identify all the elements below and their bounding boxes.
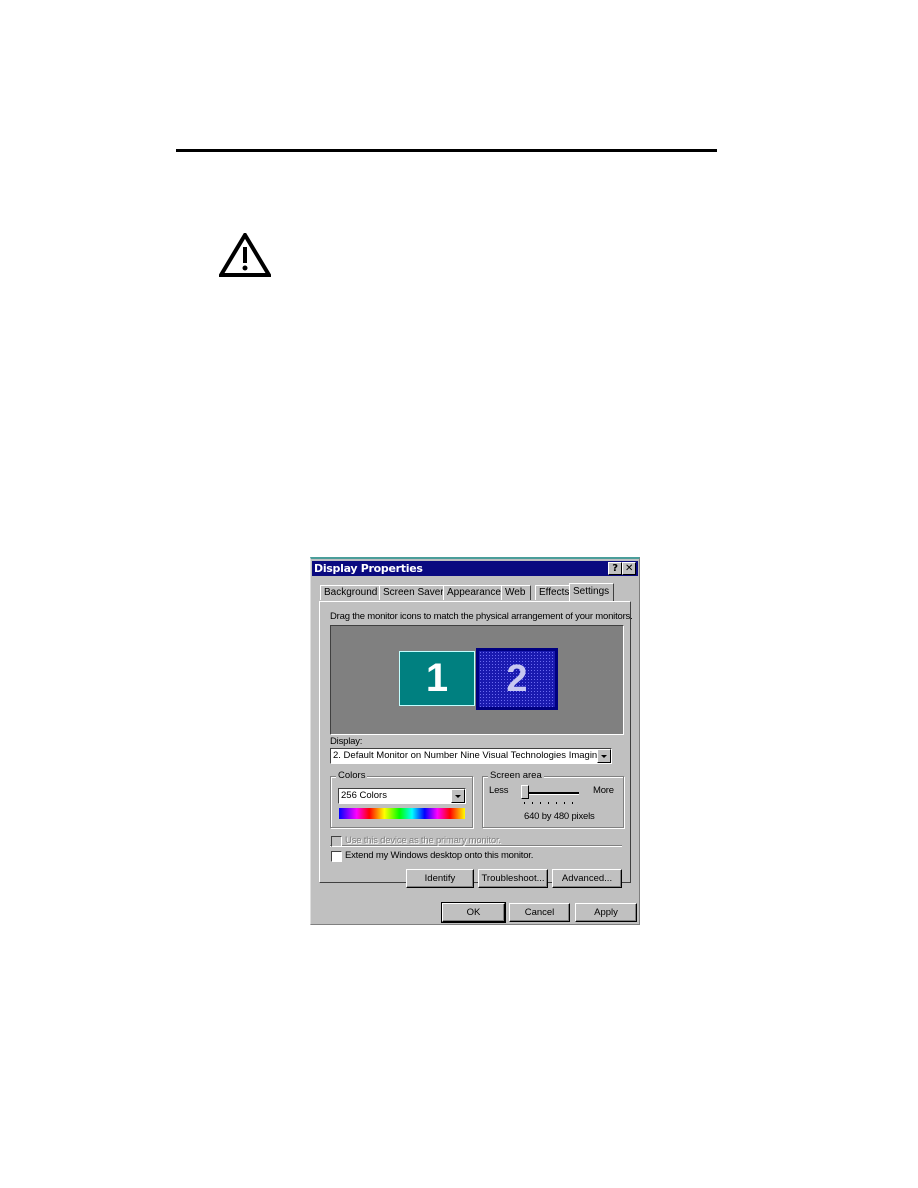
tab-effects[interactable]: Effects [535, 585, 572, 600]
colors-select-value: 256 Colors [341, 790, 387, 801]
troubleshoot-button[interactable]: Troubleshoot... [478, 869, 548, 888]
chevron-down-icon[interactable] [451, 789, 465, 803]
identify-button[interactable]: Identify [406, 869, 474, 888]
display-label: Display: [330, 736, 363, 747]
tab-settings[interactable]: Settings [569, 583, 614, 601]
more-label: More [593, 785, 614, 796]
help-button[interactable]: ? [608, 562, 622, 575]
display-select-value: 2. Default Monitor on Number Nine Visual… [333, 750, 612, 761]
slider-ticks [524, 802, 580, 805]
tab-screen-saver[interactable]: Screen Saver [379, 585, 444, 600]
extend-desktop-label: Extend my Windows desktop onto this moni… [345, 850, 534, 861]
instruction-text: Drag the monitor icons to match the phys… [330, 611, 633, 622]
tab-appearance[interactable]: Appearance [443, 585, 502, 600]
title-bar[interactable]: Display Properties ? ✕ [312, 561, 638, 576]
ok-button[interactable]: OK [441, 902, 506, 923]
screen-area-group: Screen area Less More 640 by 480 pixels [482, 770, 624, 828]
advanced-button[interactable]: Advanced... [552, 869, 622, 888]
primary-monitor-checkbox[interactable] [331, 836, 342, 847]
page-header-rule [176, 149, 717, 152]
cancel-button[interactable]: Cancel [509, 903, 570, 922]
color-spectrum-bar [339, 808, 465, 819]
display-properties-dialog: Display Properties ? ✕ Background Screen… [310, 557, 640, 925]
apply-button[interactable]: Apply [575, 903, 637, 922]
monitor-2-label: 2 [479, 651, 555, 707]
colors-group-label: Colors [336, 770, 368, 781]
monitor-arrangement-area: 1 2 [330, 625, 624, 735]
monitor-1-icon[interactable]: 1 [399, 651, 475, 706]
resolution-text: 640 by 480 pixels [524, 811, 595, 822]
colors-group: Colors 256 Colors [330, 770, 473, 828]
warning-triangle-icon [219, 233, 271, 277]
settings-panel: Drag the monitor icons to match the phys… [319, 601, 633, 888]
chevron-down-icon[interactable] [597, 749, 611, 763]
dialog-title: Display Properties [314, 562, 423, 575]
extend-desktop-checkbox[interactable] [331, 851, 342, 862]
less-label: Less [489, 785, 509, 796]
tab-web[interactable]: Web [501, 585, 531, 600]
help-icon: ? [612, 563, 618, 574]
close-icon: ✕ [624, 563, 634, 574]
screen-area-slider-track[interactable] [523, 792, 579, 795]
monitor-2-icon[interactable]: 2 [476, 648, 558, 710]
primary-monitor-label: Use this device as the primary monitor. [345, 835, 501, 846]
display-select[interactable]: 2. Default Monitor on Number Nine Visual… [330, 748, 612, 764]
colors-select[interactable]: 256 Colors [338, 788, 466, 804]
tab-background[interactable]: Background [320, 585, 380, 600]
screen-area-group-label: Screen area [488, 770, 544, 781]
close-button[interactable]: ✕ [622, 562, 636, 575]
screen-area-slider-thumb[interactable] [521, 785, 529, 799]
